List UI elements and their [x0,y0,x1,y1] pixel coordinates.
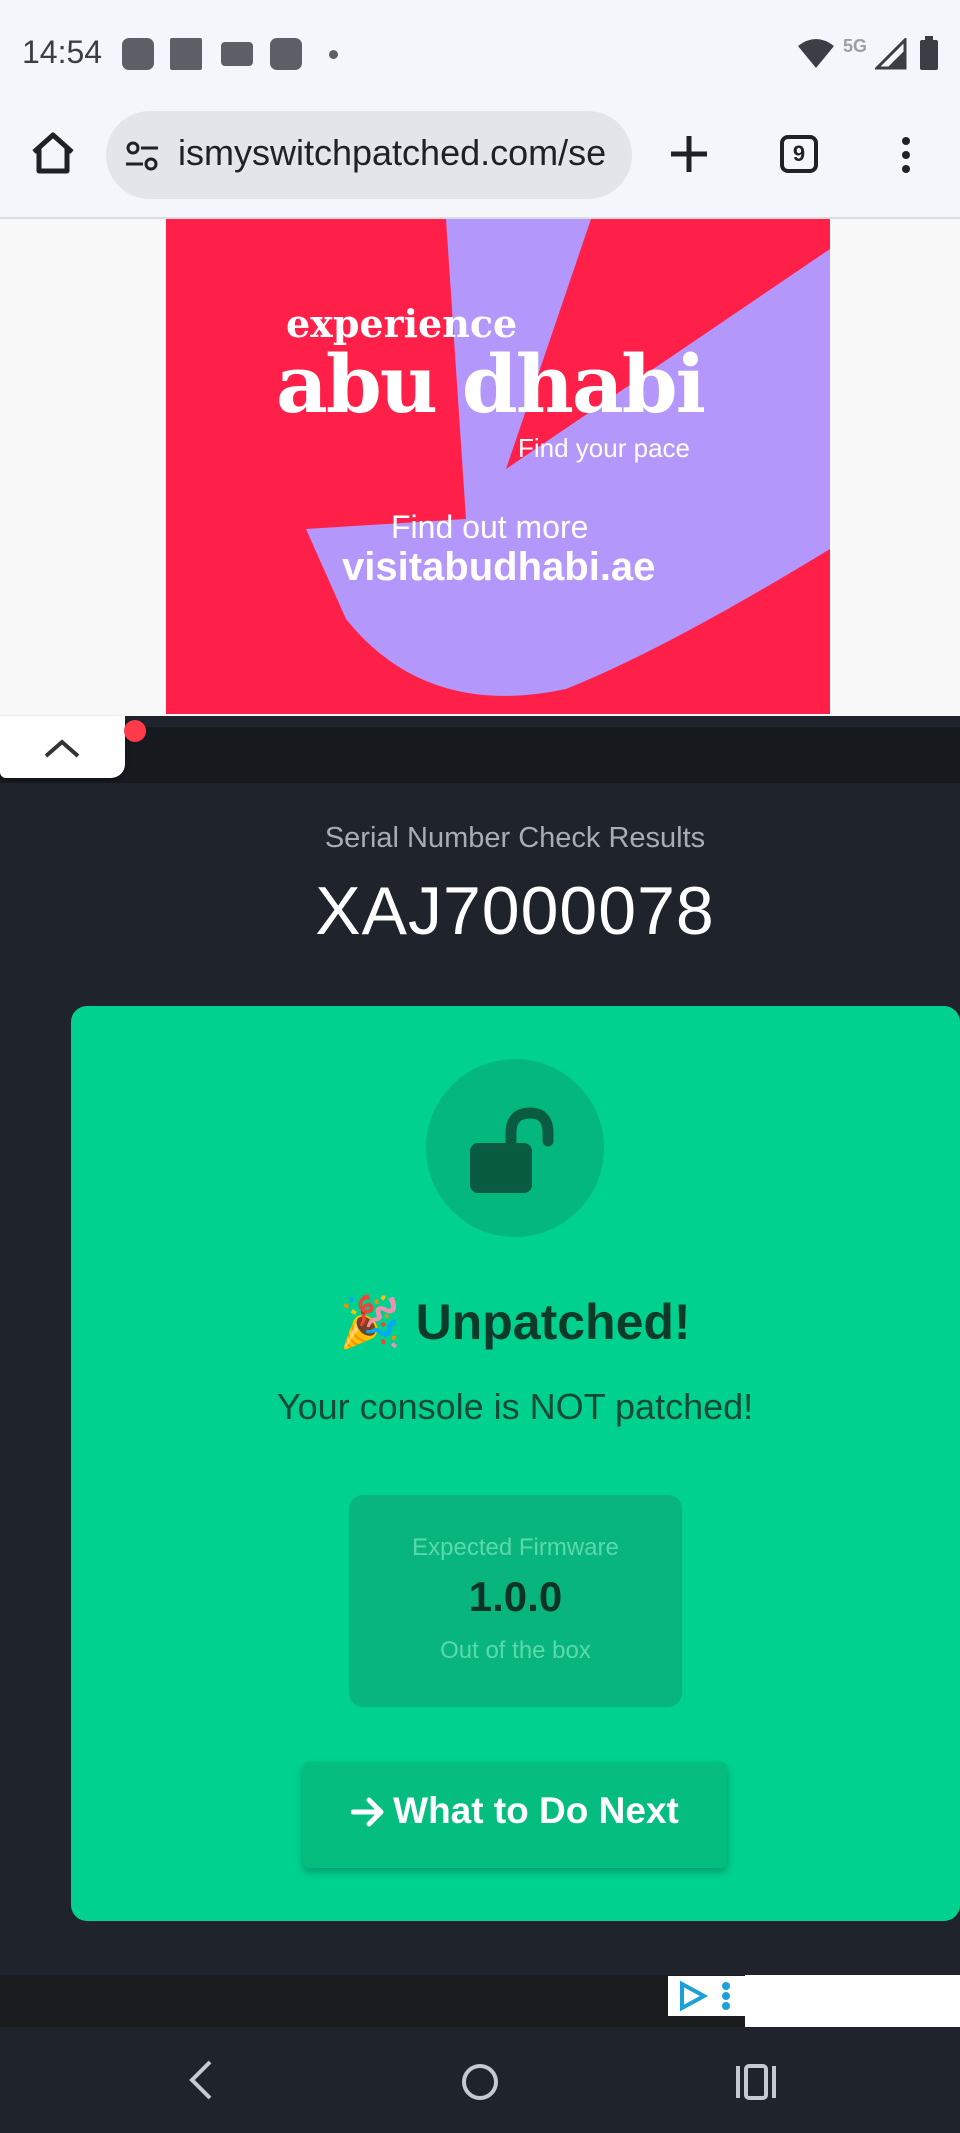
status-heading: 🎉 Unpatched! [0,1293,960,1352]
bottom-ad-banner[interactable] [0,1975,745,2027]
plus-icon[interactable] [667,132,711,176]
app-notification-icon [122,38,154,70]
url-text[interactable]: ismyswitchpatched.com/se [178,132,622,174]
results-title: Serial Number Check Results [324,822,706,854]
back-icon[interactable] [186,2058,216,2102]
firmware-note: Out of the box [440,1637,591,1664]
next-button-text: What to Do Next [393,1790,679,1831]
recents-icon[interactable] [734,2060,778,2104]
signal-icon [875,38,907,70]
bottom-ad-blank [745,1975,960,2027]
wifi-icon [798,39,834,68]
ad-graphic [306,219,830,696]
unlock-icon [470,1107,554,1193]
status-time: 14:54 [22,34,103,70]
adchoices-button[interactable] [668,1976,746,2016]
lock-badge [426,1059,604,1237]
serial-number: XAJ7000078 [315,873,715,949]
chevron-up-icon [44,739,80,758]
battery-icon [920,36,938,70]
site-settings-icon[interactable] [124,140,160,172]
ad-url: visitabudhabi.ae [342,545,656,589]
what-to-do-next-label[interactable]: What to Do Next [303,1790,727,1832]
home-icon[interactable] [28,128,78,178]
ad-banner[interactable]: experience abu dhabi Find your pace Find… [166,219,830,714]
tab-switcher-icon[interactable]: 9 [780,135,818,173]
party-popper-icon: 🎉 [339,1294,402,1350]
gallery-notification-icon [170,38,202,70]
home-nav-icon[interactable] [458,2060,502,2104]
firmware-label: Expected Firmware [412,1534,619,1561]
network-type: 5G [843,36,868,56]
ad-tagline: Find your pace [518,433,690,463]
more-notifications-icon [329,50,338,59]
red-dot-indicator [124,720,146,742]
ad-abudhabi-text: abu dhabi [276,337,706,431]
ad-find-out-more: Find out more [391,509,589,545]
mail-notification-icon [221,42,253,66]
firmware-value: 1.0.0 [468,1573,563,1620]
ad-collapse-button[interactable] [0,716,125,778]
more-vert-icon[interactable] [896,134,916,178]
adchoices-icon [680,1980,730,2012]
arrow-right-icon [350,1797,384,1827]
status-message: Your console is NOT patched! [276,1386,754,1427]
app2-notification-icon [270,38,302,70]
status-title: Unpatched! [415,1294,691,1350]
